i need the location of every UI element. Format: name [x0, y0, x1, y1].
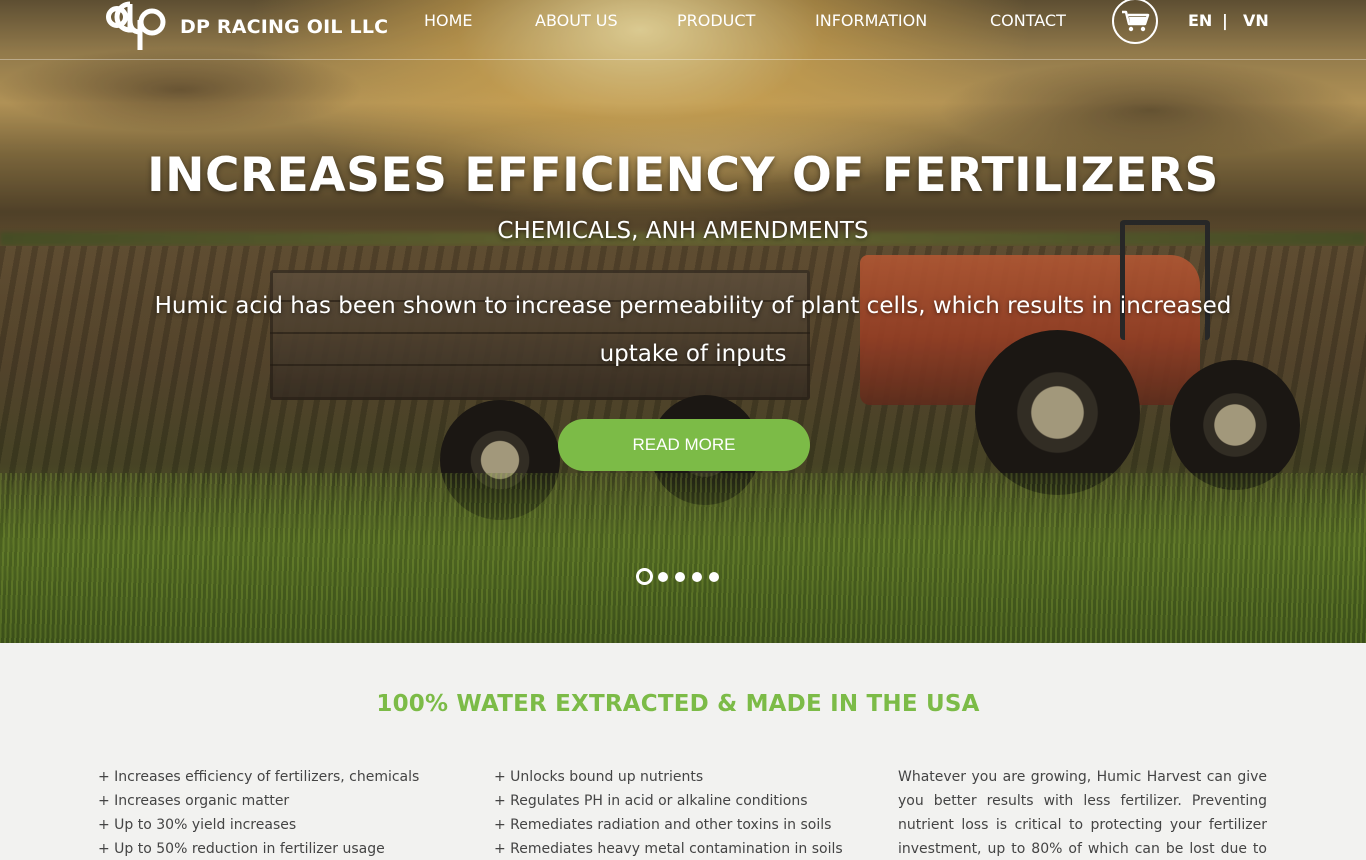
slider-dot[interactable]	[709, 571, 719, 582]
intro-paragraph: Whatever you are growing, Humic Harvest …	[898, 769, 1267, 857]
lang-separator: |	[1222, 11, 1228, 30]
brand-name: DP RACING OIL LLC	[180, 16, 389, 38]
list-item: + Regulates PH in acid or alkaline condi…	[494, 793, 808, 809]
site-header: DP RACING OIL LLC HOME ABOUT US PRODUCT …	[0, 0, 1366, 60]
features-title: 100% WATER EXTRACTED & MADE IN THE USA	[376, 691, 980, 717]
nav-contact[interactable]: CONTACT	[990, 11, 1066, 30]
list-item: + Remediates radiation and other toxins …	[494, 817, 832, 833]
dp-logo-icon	[106, 1, 166, 50]
slider-pagination	[636, 568, 726, 585]
nav-product[interactable]: PRODUCT	[677, 11, 755, 30]
cart-button[interactable]	[1112, 0, 1158, 44]
list-item: + Remediates heavy metal contamination i…	[494, 841, 843, 857]
hero-title: INCREASES EFFICIENCY OF FERTILIZERS	[147, 148, 1219, 203]
slider-dot[interactable]	[675, 571, 685, 582]
slider-dot[interactable]	[658, 571, 668, 582]
list-item: + Up to 50% reduction in fertilizer usag…	[98, 841, 385, 857]
nav-information[interactable]: INFORMATION	[815, 11, 927, 30]
list-item: + Increases efficiency of fertilizers, c…	[98, 769, 420, 785]
cart-icon	[1122, 10, 1150, 32]
read-more-button[interactable]: READ MORE	[558, 419, 810, 471]
lang-en[interactable]: EN	[1188, 11, 1212, 30]
nav-about-us[interactable]: ABOUT US	[535, 11, 618, 30]
benefits-list-1: + Increases efficiency of fertilizers, c…	[98, 765, 419, 860]
list-item: + Increases organic matter	[98, 793, 290, 809]
slider-dot-active[interactable]	[636, 568, 653, 585]
hero-subtitle: CHEMICALS, ANH AMENDMENTS	[497, 218, 869, 244]
nav-home[interactable]: HOME	[424, 11, 473, 30]
list-item: + Up to 30% yield increases	[98, 817, 297, 833]
lang-vn[interactable]: VN	[1243, 11, 1269, 30]
list-item: + Unlocks bound up nutrients	[494, 769, 704, 785]
hero-description: Humic acid has been shown to increase pe…	[154, 293, 1232, 367]
features-section: 100% WATER EXTRACTED & MADE IN THE USA +…	[0, 643, 1366, 860]
benefits-list-2: + Unlocks bound up nutrients + Regulates…	[494, 765, 843, 860]
slider-dot[interactable]	[692, 571, 702, 582]
site-logo[interactable]: DP RACING OIL LLC	[100, 0, 388, 52]
